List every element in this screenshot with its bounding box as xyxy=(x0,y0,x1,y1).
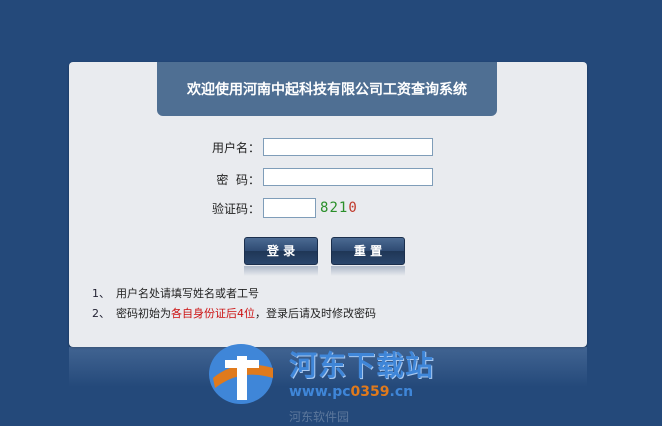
captcha-image[interactable]: 8210 xyxy=(320,200,358,216)
username-input[interactable] xyxy=(263,138,433,156)
password-label: 密 码： xyxy=(216,173,260,187)
note-text-after: ，登录后请及时修改密码 xyxy=(255,307,376,320)
login-button-reflection xyxy=(244,266,318,276)
password-input[interactable] xyxy=(263,168,433,186)
watermark-logo-icon xyxy=(209,344,273,404)
watermark-faded-text: 河东软件园 xyxy=(289,410,350,424)
watermark-url: www.pc0359.cn xyxy=(289,384,414,400)
captcha-input[interactable] xyxy=(263,198,316,218)
captcha-label: 验证码： xyxy=(211,202,260,216)
note-text: 用户名处请填写姓名或者工号 xyxy=(116,287,259,300)
note-item: 1、 用户名处请填写姓名或者工号 xyxy=(92,285,259,301)
reset-button-reflection xyxy=(331,266,405,276)
login-button[interactable]: 登 录 xyxy=(244,237,318,265)
watermark: 河东下载站 www.pc0359.cn 河东软件园 xyxy=(207,338,457,426)
captcha-char: 1 xyxy=(338,200,349,216)
system-title: 欢迎使用河南中起科技有限公司工资查询系统 xyxy=(157,62,497,116)
note-text: 密码初始为 xyxy=(116,307,171,320)
note-highlight: 各自身份证后4位 xyxy=(171,307,255,320)
reset-button[interactable]: 重 置 xyxy=(331,237,405,265)
note-number: 2、 xyxy=(92,307,110,320)
captcha-char: 2 xyxy=(329,200,339,216)
watermark-name: 河东下载站 xyxy=(289,349,435,382)
note-number: 1、 xyxy=(92,287,110,300)
username-label: 用户名： xyxy=(211,141,260,155)
captcha-char: 0 xyxy=(348,200,358,216)
note-item: 2、 密码初始为各自身份证后4位，登录后请及时修改密码 xyxy=(92,305,376,321)
